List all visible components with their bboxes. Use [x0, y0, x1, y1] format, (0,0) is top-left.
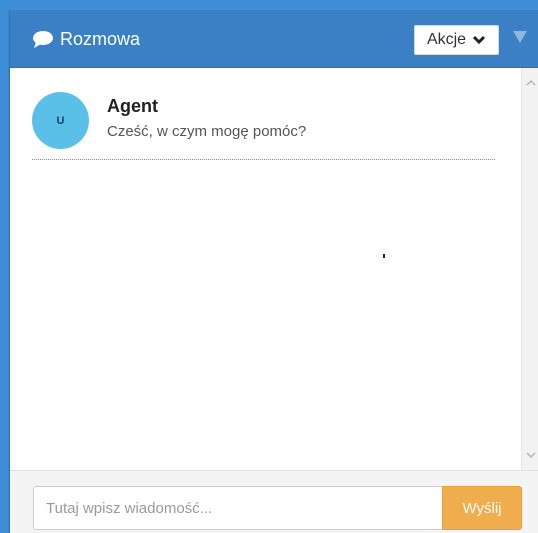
message-input[interactable]: [33, 486, 442, 530]
page-background: Rozmowa Akcje U Agent Cześć, w czym mogę…: [0, 0, 538, 533]
mouse-cursor-mark: [383, 254, 385, 258]
composer: Wyślij: [10, 470, 538, 533]
message-list: U Agent Cześć, w czym mogę pomóc?: [10, 68, 521, 470]
chevron-up-icon: [525, 79, 536, 86]
chat-bubble-icon: [33, 31, 53, 48]
message-author: Agent: [107, 96, 158, 116]
message-scrollbar[interactable]: [521, 68, 538, 470]
actions-dropdown-button[interactable]: Akcje: [414, 25, 499, 55]
scroll-up-arrow[interactable]: [522, 74, 538, 91]
chat-title: Rozmowa: [32, 27, 140, 51]
chat-widget: Rozmowa Akcje U Agent Cześć, w czym mogę…: [9, 10, 538, 533]
chat-title-label: Rozmowa: [60, 28, 141, 49]
avatar-initial: U: [56, 114, 65, 127]
chevron-down-icon: [473, 35, 486, 45]
message-item: U Agent Cześć, w czym mogę pomóc?: [32, 90, 495, 160]
message-text: Cześć, w czym mogę pomóc?: [107, 123, 307, 140]
send-button[interactable]: Wyślij: [442, 486, 522, 530]
chat-header: Rozmowa Akcje: [10, 10, 538, 68]
actions-label: Akcje: [426, 31, 467, 48]
chevron-down-small-icon: [525, 452, 536, 459]
triangle-down-icon[interactable]: [511, 29, 529, 45]
avatar: U: [32, 92, 89, 149]
scroll-down-arrow[interactable]: [522, 447, 538, 464]
